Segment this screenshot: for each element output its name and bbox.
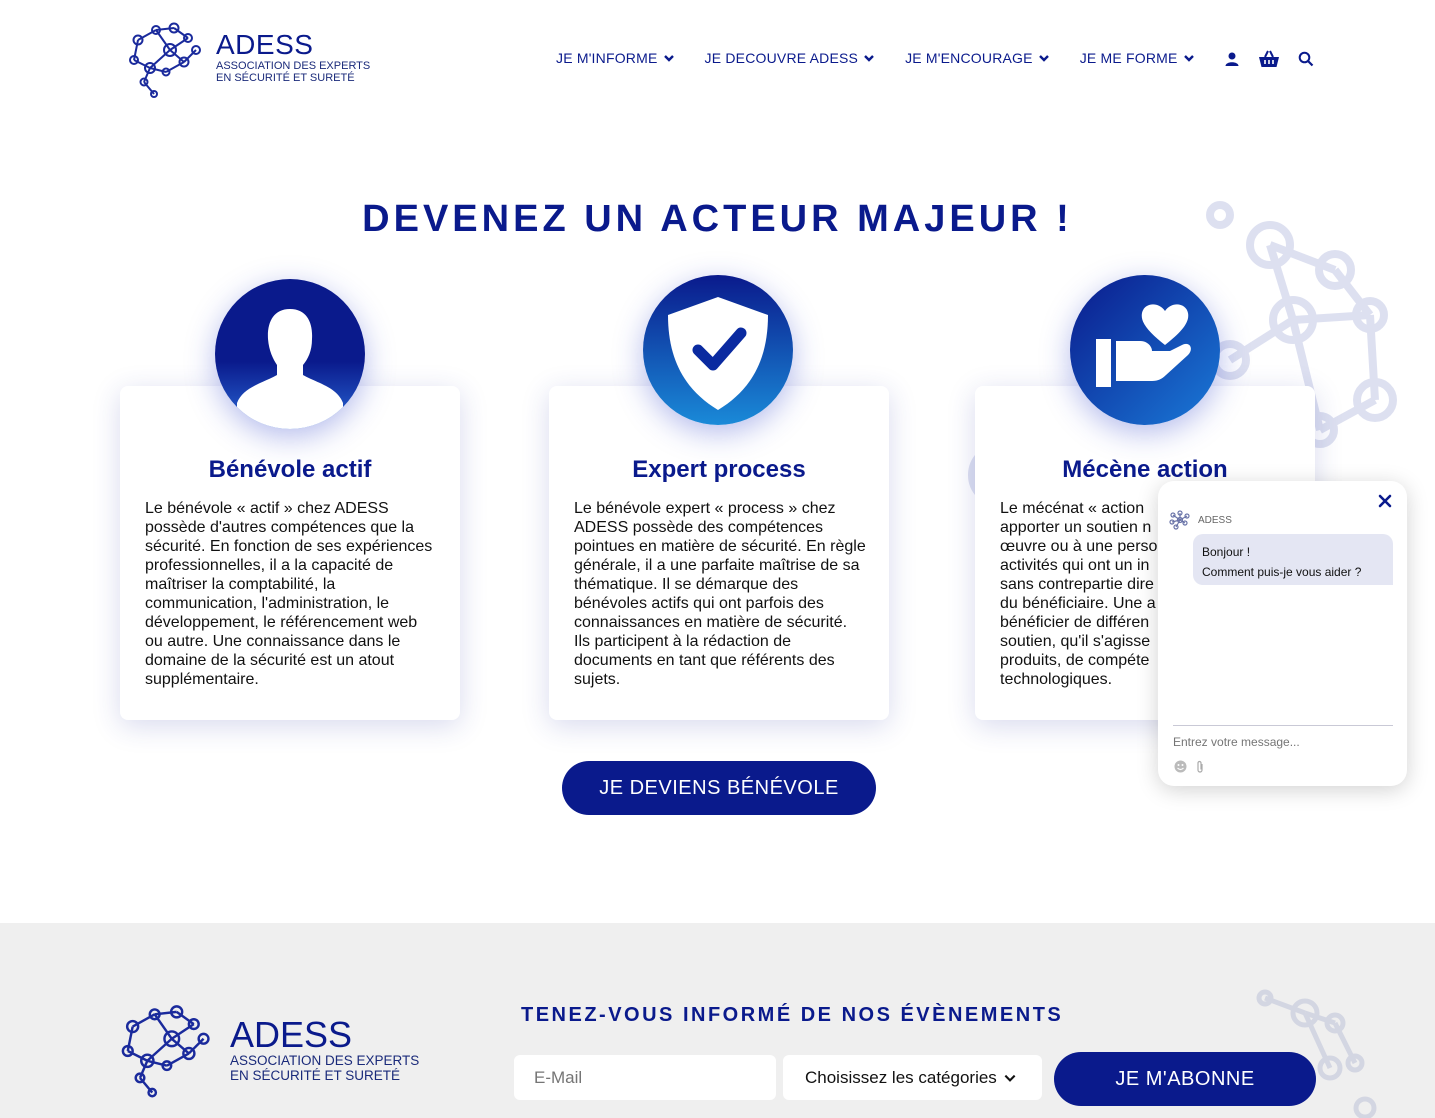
molecule-logo-icon <box>129 22 201 98</box>
chevron-down-icon <box>1183 55 1194 62</box>
nav-item-je-m-informe[interactable]: JE M'INFORME <box>556 50 675 66</box>
card-title: Expert process <box>632 456 806 483</box>
logo-text: ADESS Association des Experts en Sécurit… <box>216 29 371 85</box>
site-header: ADESS Association des Experts en Sécurit… <box>0 0 1435 120</box>
chat-brand-name: ADESS <box>1198 514 1232 526</box>
chat-divider <box>1173 725 1393 726</box>
logo-title: ADESS <box>216 29 314 60</box>
logo-subtitle-1: Association des Experts <box>216 60 371 72</box>
card-text: Le bénévole « actif » chez ADESS possède… <box>145 500 433 688</box>
footer-logo-title: ADESS <box>230 1014 353 1055</box>
newsletter-title: TENEZ-VOUS INFORMÉ DE NOS ÉVÈNEMENTS <box>521 1004 1064 1026</box>
user-icon[interactable] <box>1224 51 1240 67</box>
chat-message-input[interactable] <box>1173 735 1393 749</box>
site-footer: ADESS Association des Experts en Sécurit… <box>0 923 1435 1118</box>
nav-label: JE DECOUVRE ADESS <box>704 50 859 66</box>
nav-label: JE M'ENCOURAGE <box>905 50 1033 66</box>
chat-brand: ADESS <box>1168 509 1232 531</box>
site-logo[interactable]: ADESS Association des Experts en Sécurit… <box>126 20 386 100</box>
basket-icon[interactable] <box>1258 50 1280 68</box>
chevron-down-icon <box>864 55 874 62</box>
card-text: Le bénévole expert « process » chez ADES… <box>574 500 866 688</box>
nav-label: JE M'INFORME <box>556 50 658 66</box>
emoji-icon[interactable] <box>1174 760 1187 774</box>
section-title: DEVENEZ UN ACTEUR MAJEUR ! <box>362 198 1073 240</box>
chat-tools <box>1174 760 1205 774</box>
email-field[interactable] <box>514 1055 776 1100</box>
nav-item-je-me-forme[interactable]: JE ME FORME <box>1080 50 1195 66</box>
heart-hand-icon <box>1070 275 1220 425</box>
nav-label: JE ME FORME <box>1079 50 1178 66</box>
chevron-down-icon <box>1038 55 1049 62</box>
category-select-label: Choisissez les catégories <box>805 1067 997 1087</box>
shield-check-icon <box>643 275 793 425</box>
chat-greeting-line-2: Comment puis-je vous aider ? <box>1202 565 1362 579</box>
footer-logo-subtitle-2: en Sécurité et Sureté <box>230 1068 401 1083</box>
nav-item-je-decouvre-adess[interactable]: JE DECOUVRE ADESS <box>705 50 876 66</box>
chevron-down-icon <box>663 55 674 62</box>
become-volunteer-button[interactable]: JE DEVIENS BÉNÉVOLE <box>562 761 876 815</box>
search-icon[interactable] <box>1298 51 1314 67</box>
attachment-icon[interactable] <box>1195 760 1205 774</box>
close-icon[interactable] <box>1377 493 1393 509</box>
card-benevole-actif: Bénévole actif Le bénévole « actif » che… <box>120 386 460 720</box>
molecule-logo-icon <box>121 1005 210 1098</box>
card-title: Mécène action <box>1062 456 1228 483</box>
card-expert-process: Expert process Le bénévole expert « proc… <box>549 386 889 720</box>
footer-logo[interactable]: ADESS Association des Experts en Sécurit… <box>118 1001 438 1101</box>
card-text: Le mécénat « action apporter un soutien … <box>1000 500 1158 688</box>
footer-logo-subtitle-1: Association des Experts <box>230 1053 420 1068</box>
molecule-logo-icon <box>1169 510 1190 530</box>
chat-greeting-line-1: Bonjour ! <box>1202 545 1251 559</box>
category-select[interactable]: Choisissez les catégories <box>783 1055 1042 1100</box>
chat-widget: ADESS Bonjour ! Comment puis-je vous aid… <box>1158 481 1407 786</box>
logo-subtitle-2: en Sécurité et Sureté <box>216 72 355 84</box>
card-title: Bénévole actif <box>208 456 372 483</box>
chevron-down-icon <box>1004 1074 1016 1082</box>
chat-message-bubble: Bonjour ! Comment puis-je vous aider ? <box>1193 534 1393 585</box>
header-icons <box>1224 50 1314 68</box>
nav-item-je-m-encourage[interactable]: JE M'ENCOURAGE <box>905 50 1050 66</box>
footer-logo-text: ADESS Association des Experts en Sécurit… <box>230 1014 420 1084</box>
subscribe-button[interactable]: JE M'ABONNE <box>1054 1052 1316 1106</box>
main-nav: JE M'INFORME JE DECOUVRE ADESS JE M'ENCO… <box>556 50 1195 66</box>
person-icon <box>215 279 365 429</box>
